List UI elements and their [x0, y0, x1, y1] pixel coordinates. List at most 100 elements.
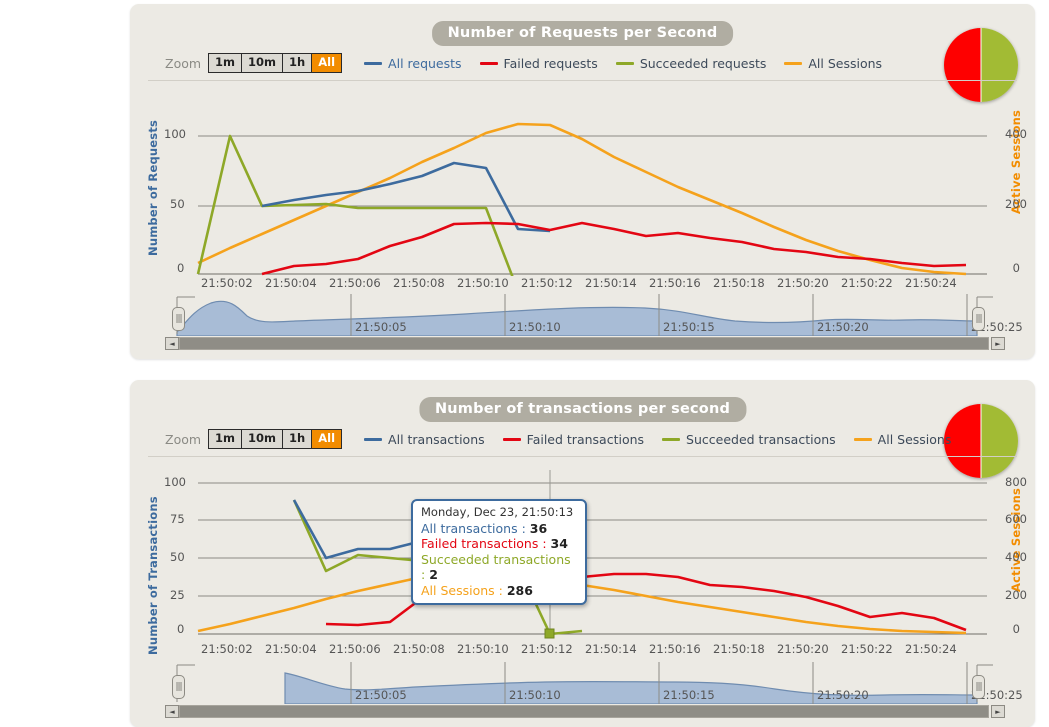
y-tick-left-100-2: 100	[164, 475, 186, 489]
x-tick-4-2: 21:50:10	[457, 642, 509, 656]
scrollbar-track-2[interactable]	[179, 705, 989, 718]
legend-item-succeeded-transactions[interactable]: Succeeded transactions	[662, 432, 836, 447]
requests-plot-area: 100 50 0 400 200 0	[164, 96, 1027, 292]
tooltip-row-succeeded-transactions: Succeeded transactions : 2	[421, 552, 577, 583]
zoom-button-1m-2[interactable]: 1m	[209, 430, 243, 448]
x-tick-11: 21:50:24	[905, 276, 957, 290]
scrollbar-right-arrow-icon[interactable]: ►	[991, 337, 1005, 350]
nav-tick-2-2: 21:50:15	[663, 688, 715, 702]
y-tick-left-50: 50	[170, 197, 185, 211]
zoom-button-1h-2[interactable]: 1h	[283, 430, 313, 448]
x-tick-5-2: 21:50:12	[521, 642, 573, 656]
tooltip-date: Monday, Dec 23, 21:50:13	[421, 505, 574, 519]
tooltip-row-failed-transactions: Failed transactions : 34	[421, 536, 577, 552]
legend-label-all-sessions: All Sessions	[808, 55, 883, 71]
scrollbar-left-arrow-icon-2[interactable]: ◄	[165, 705, 179, 718]
legend-item-all-sessions[interactable]: All Sessions	[784, 56, 882, 71]
zoom-button-10m[interactable]: 10m	[242, 54, 284, 72]
zoom-button-1h[interactable]: 1h	[283, 54, 313, 72]
legend-swatch-all-sessions-2	[853, 437, 872, 441]
scrollbar-left-arrow-icon[interactable]: ◄	[165, 337, 179, 350]
y-axis-title-right: Active Sessions	[1009, 109, 1023, 214]
requests-scrollbar[interactable]: ◄ ►	[165, 337, 1005, 351]
legend-item-all-transactions[interactable]: All transactions	[364, 432, 485, 447]
zoom-label-2: Zoom	[165, 431, 202, 447]
zoom-button-group-2[interactable]: 1m 10m 1h All	[208, 429, 343, 449]
y-tick-right-800-2: 800	[1005, 475, 1027, 489]
nav-tick-0: 21:50:05	[355, 320, 407, 334]
navigator-area-chart	[176, 294, 993, 336]
transactions-navigator[interactable]: 21:50:05 21:50:10 21:50:15 21:50:20 21:5…	[165, 662, 1023, 704]
legend-item-failed-transactions[interactable]: Failed transactions	[502, 431, 645, 447]
zoom-button-10m-2[interactable]: 10m	[242, 430, 284, 448]
zoom-label: Zoom	[165, 55, 202, 71]
legend-item-all-requests[interactable]: All requests	[364, 56, 462, 71]
legend-swatch-succeeded-requests	[615, 61, 634, 65]
y-tick-left-0-2: 0	[177, 622, 185, 636]
x-tick-7: 21:50:16	[649, 276, 701, 290]
legend-swatch-succeeded-transactions	[662, 437, 681, 441]
navigator-handle-left[interactable]: |||	[172, 307, 185, 331]
legend-label-all-sessions-2: All Sessions	[877, 431, 952, 447]
y-tick-left-0: 0	[177, 261, 185, 275]
scrollbar-right-arrow-icon-2[interactable]: ►	[991, 705, 1005, 718]
x-tick-11-2: 21:50:24	[905, 642, 957, 656]
zoom-button-group[interactable]: 1m 10m 1h All	[208, 53, 343, 73]
x-tick-0: 21:50:02	[201, 276, 253, 290]
x-tick-3-2: 21:50:08	[393, 642, 445, 656]
legend-swatch-all-sessions	[784, 61, 803, 65]
legend-item-all-sessions-2[interactable]: All Sessions	[853, 431, 952, 447]
zoom-button-1m[interactable]: 1m	[209, 54, 243, 72]
highlight-marker-succeeded	[544, 628, 555, 639]
x-tick-10: 21:50:22	[841, 276, 893, 290]
y-axis-title-left-2: Number of Transactions	[146, 496, 160, 655]
legend-item-succeeded-requests[interactable]: Succeeded requests	[615, 55, 767, 71]
dashboard-page: Number of Requests per Second Zoom 1m 10…	[0, 0, 1049, 727]
x-tick-10-2: 21:50:22	[841, 642, 893, 656]
y-tick-right-200-2: 200	[1005, 588, 1027, 602]
tooltip-row-all-sessions: All Sessions : 286	[421, 583, 577, 599]
y-tick-right-600-2: 600	[1005, 512, 1027, 526]
requests-controls-row: Zoom 1m 10m 1h All All requests Failed r…	[165, 52, 900, 74]
requests-legend: All requests Failed requests Succeeded r…	[364, 56, 900, 71]
tooltip-value-all-sessions: 286	[506, 582, 533, 598]
zoom-button-all[interactable]: All	[312, 54, 342, 72]
x-tick-8: 21:50:18	[713, 276, 765, 290]
legend-label-all-requests: All requests	[388, 55, 462, 71]
x-tick-9-2: 21:50:20	[777, 642, 829, 656]
tooltip-value-failed-transactions: 34	[550, 536, 568, 551]
y-axis-title-left: Number of Requests	[146, 119, 160, 256]
transactions-chart-panel: Number of transactions per second Zoom 1…	[130, 380, 1035, 727]
x-tick-6: 21:50:14	[585, 276, 637, 290]
x-tick-8-2: 21:50:18	[713, 642, 765, 656]
legend-label-succeeded-requests: Succeeded requests	[639, 55, 767, 71]
y-tick-left-75-2: 75	[170, 512, 185, 526]
legend-item-failed-requests[interactable]: Failed requests	[479, 56, 598, 71]
tooltip-row-all-transactions: All transactions : 36	[421, 521, 577, 537]
requests-chart-panel: Number of Requests per Second Zoom 1m 10…	[130, 4, 1035, 359]
navigator-handle-right-2[interactable]: |||	[972, 675, 985, 699]
legend-swatch-failed-requests	[479, 61, 498, 65]
header-divider	[148, 80, 1017, 81]
legend-swatch-all-requests	[364, 61, 383, 65]
zoom-button-all-2[interactable]: All	[312, 430, 342, 448]
page-title: Number of Requests per Second	[431, 21, 734, 46]
transactions-scrollbar[interactable]: ◄ ►	[165, 705, 1005, 719]
navigator-handle-left-2[interactable]: |||	[172, 675, 185, 699]
x-tick-7-2: 21:50:16	[649, 642, 701, 656]
x-tick-2: 21:50:06	[329, 276, 381, 290]
legend-label-failed-transactions: Failed transactions	[526, 431, 645, 447]
y-tick-right-400: 400	[1005, 127, 1027, 141]
scrollbar-track[interactable]	[179, 337, 989, 350]
nav-tick-2: 21:50:15	[663, 320, 715, 334]
legend-swatch-all-transactions	[364, 437, 383, 441]
tooltip-label-all-transactions: All transactions :	[421, 520, 526, 536]
y-tick-right-0: 0	[1012, 261, 1020, 275]
requests-navigator[interactable]: 21:50:05 21:50:10 21:50:15 21:50:20 21:5…	[165, 294, 1023, 336]
tooltip-value-all-transactions: 36	[529, 520, 548, 536]
x-tick-5: 21:50:12	[521, 276, 573, 290]
y-tick-left-50-2: 50	[170, 550, 185, 564]
x-tick-1: 21:50:04	[265, 276, 317, 290]
nav-tick-0-2: 21:50:05	[355, 688, 407, 702]
navigator-handle-right[interactable]: |||	[972, 307, 985, 331]
